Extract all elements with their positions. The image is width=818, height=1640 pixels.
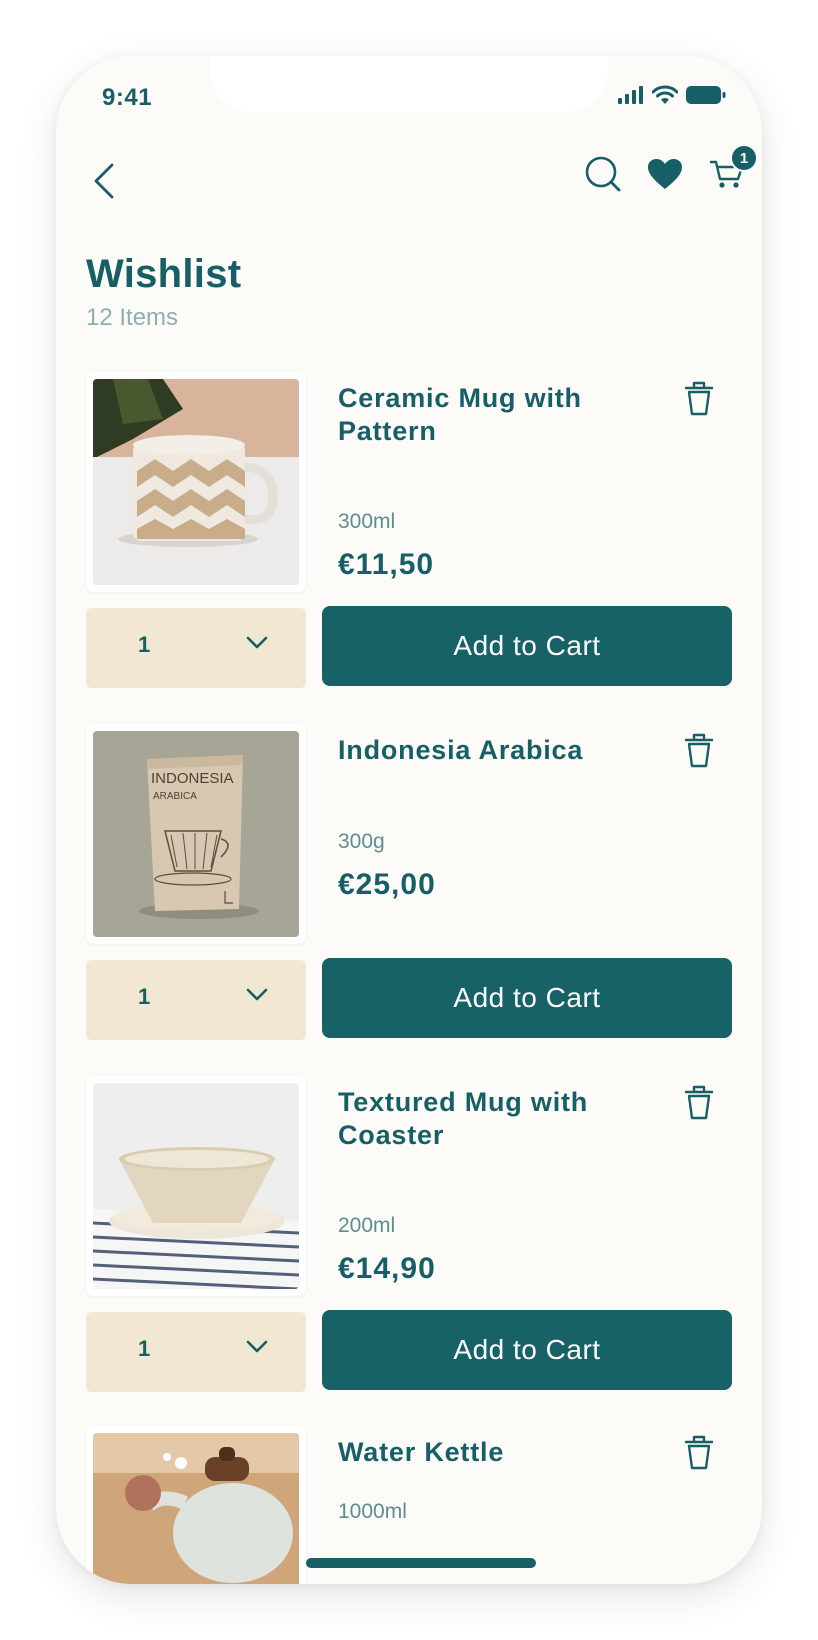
kettle-image xyxy=(93,1433,299,1584)
trash-icon xyxy=(684,733,714,768)
quantity-select[interactable]: 1 xyxy=(86,608,306,688)
signal-icon xyxy=(618,85,644,109)
remove-button[interactable] xyxy=(682,1082,716,1122)
product-price: €11,50 xyxy=(338,548,435,581)
remove-button[interactable] xyxy=(682,1432,716,1472)
trash-icon xyxy=(684,1085,714,1120)
product-size: 1000ml xyxy=(338,1500,407,1523)
quantity-value: 1 xyxy=(138,1336,151,1361)
chevron-down-icon xyxy=(246,1340,268,1353)
wifi-icon xyxy=(651,85,679,110)
add-to-cart-button[interactable]: Add to Cart xyxy=(322,958,732,1038)
product-image[interactable] xyxy=(86,1076,306,1296)
product-size: 300ml xyxy=(338,510,396,533)
package-text-2: ARABICA xyxy=(153,791,197,802)
package-text-1: INDONESIA xyxy=(151,770,234,787)
add-to-cart-button[interactable]: Add to Cart xyxy=(322,1310,732,1390)
product-price: €25,00 xyxy=(338,868,436,901)
home-indicator xyxy=(306,1558,536,1568)
product-name[interactable]: Textured Mug with Coaster xyxy=(338,1086,638,1152)
battery-icon xyxy=(686,85,726,110)
product-image[interactable]: INDONESIA ARABICA xyxy=(86,724,306,944)
cart-button[interactable]: 1 xyxy=(708,144,758,196)
search-icon xyxy=(585,156,621,192)
remove-button[interactable] xyxy=(682,730,716,770)
product-image[interactable] xyxy=(86,1426,306,1584)
notch xyxy=(210,56,608,112)
trash-icon xyxy=(684,381,714,416)
add-to-cart-button[interactable]: Add to Cart xyxy=(322,606,732,686)
heart-icon xyxy=(648,159,682,189)
search-button[interactable] xyxy=(584,152,622,196)
phone-frame: 9:41 1 Wishlist 12 Items Ceramic Mug wit… xyxy=(56,56,762,1584)
product-size: 300g xyxy=(338,830,385,853)
wishlist-button[interactable] xyxy=(646,152,684,196)
item-count: 12 Items xyxy=(86,304,179,331)
status-icons xyxy=(618,85,726,110)
product-size: 200ml xyxy=(338,1214,396,1237)
coffee-bag-image: INDONESIA ARABICA xyxy=(93,731,299,937)
textured-mug-image xyxy=(93,1083,299,1289)
quantity-select[interactable]: 1 xyxy=(86,960,306,1040)
product-name[interactable]: Ceramic Mug with Pattern xyxy=(338,382,638,448)
back-chevron-icon xyxy=(94,163,114,199)
quantity-value: 1 xyxy=(138,632,151,657)
status-time: 9:41 xyxy=(102,84,153,111)
page-title: Wishlist xyxy=(86,252,242,296)
quantity-value: 1 xyxy=(138,984,151,1009)
back-button[interactable] xyxy=(84,156,124,206)
product-price: €14,90 xyxy=(338,1252,436,1285)
mug-pattern-image xyxy=(93,379,299,585)
chevron-down-icon xyxy=(246,988,268,1001)
quantity-select[interactable]: 1 xyxy=(86,1312,306,1392)
product-image[interactable] xyxy=(86,372,306,592)
remove-button[interactable] xyxy=(682,378,716,418)
header-actions: 1 xyxy=(584,144,758,196)
trash-icon xyxy=(684,1435,714,1470)
product-name[interactable]: Indonesia Arabica xyxy=(338,734,638,767)
chevron-down-icon xyxy=(246,636,268,649)
cart-badge: 1 xyxy=(730,144,758,172)
product-name[interactable]: Water Kettle xyxy=(338,1436,638,1469)
